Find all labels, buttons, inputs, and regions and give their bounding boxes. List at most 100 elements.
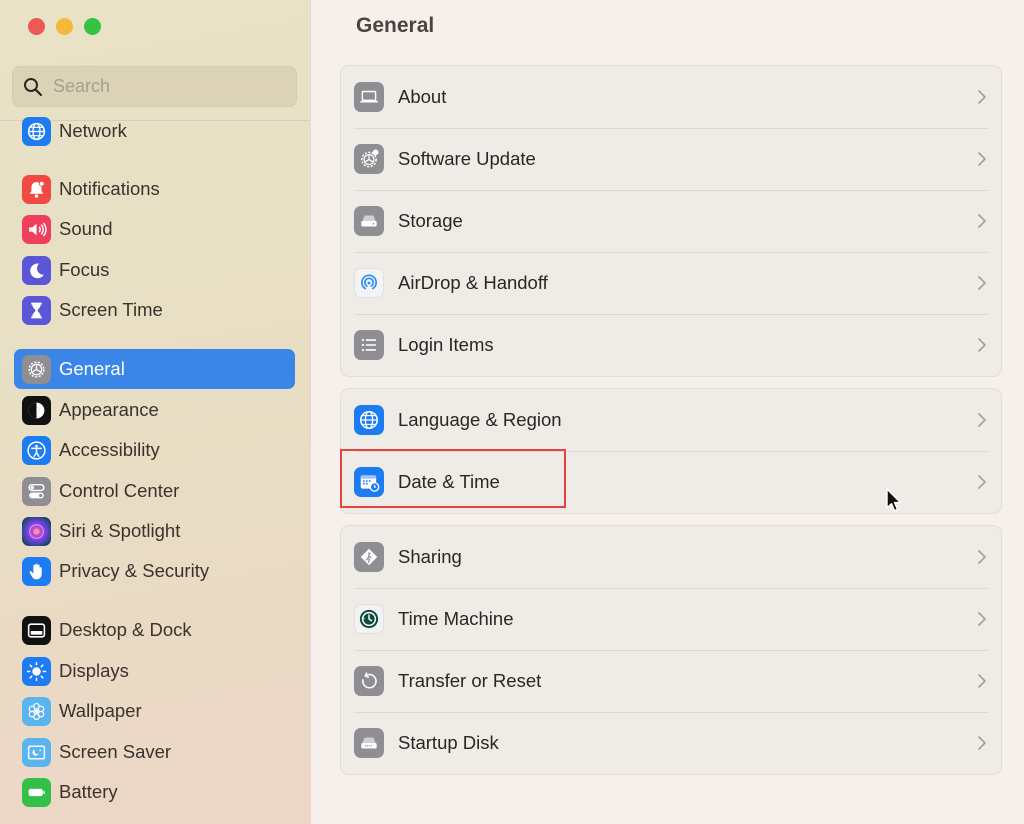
- airdrop-icon: [354, 268, 384, 298]
- sidebar-item-label: Notifications: [59, 178, 160, 199]
- globe-icon: [354, 405, 384, 435]
- speaker-icon: [22, 214, 51, 244]
- main-content: General About Software Update Storage Ai…: [311, 0, 1024, 824]
- appearance-icon: [22, 395, 51, 425]
- sidebar-item-label: Screen Saver: [59, 741, 172, 762]
- disk-icon: [354, 728, 384, 758]
- sidebar-item-battery[interactable]: Battery: [14, 772, 295, 812]
- row-label: Time Machine: [398, 608, 514, 629]
- sidebar-item-label: Network: [59, 120, 127, 141]
- row-login-items[interactable]: Login Items: [341, 314, 1001, 376]
- row-language-region[interactable]: Language & Region: [341, 389, 1001, 451]
- reset-icon: [354, 666, 384, 696]
- row-label: AirDrop & Handoff: [398, 272, 548, 293]
- sidebar-item-screen-saver[interactable]: Screen Saver: [14, 732, 295, 772]
- chevron-right-icon: [978, 413, 986, 427]
- gear-badge-icon: [354, 144, 384, 174]
- search-icon: [24, 77, 43, 96]
- sidebar-item-label: Battery: [59, 781, 118, 802]
- chevron-right-icon: [978, 736, 986, 750]
- toggles-icon: [22, 476, 51, 506]
- gear-icon: [22, 354, 51, 384]
- chevron-right-icon: [978, 214, 986, 228]
- row-time-machine[interactable]: Time Machine: [341, 588, 1001, 650]
- sidebar-item-label: Siri & Spotlight: [59, 520, 181, 541]
- moon-icon: [22, 255, 51, 285]
- sidebar-item-sound[interactable]: Sound: [14, 209, 295, 249]
- search-input[interactable]: [53, 76, 273, 97]
- bell-icon: [22, 174, 51, 204]
- chevron-right-icon: [978, 338, 986, 352]
- row-software-update[interactable]: Software Update: [341, 128, 1001, 190]
- chevron-right-icon: [978, 475, 986, 489]
- battery-icon: [22, 777, 51, 807]
- time-machine-icon: [354, 604, 384, 634]
- sidebar-item-notifications[interactable]: Notifications: [14, 169, 295, 209]
- settings-group-system-info: About Software Update Storage AirDrop & …: [340, 65, 1002, 377]
- list-icon: [354, 330, 384, 360]
- chevron-right-icon: [978, 612, 986, 626]
- row-label: Language & Region: [398, 409, 562, 430]
- laptop-icon: [354, 82, 384, 112]
- chevron-right-icon: [978, 152, 986, 166]
- page-title: General: [356, 14, 435, 37]
- siri-icon: [22, 516, 51, 546]
- row-label: About: [398, 86, 447, 107]
- sidebar-item-focus[interactable]: Focus: [14, 250, 295, 290]
- settings-group-maintenance: Sharing Time Machine Transfer or Reset S…: [340, 525, 1002, 775]
- sidebar-item-control-center[interactable]: Control Center: [14, 471, 295, 511]
- chevron-right-icon: [978, 550, 986, 564]
- sidebar-item-label: Appearance: [59, 399, 159, 420]
- row-label: Transfer or Reset: [398, 670, 542, 691]
- sidebar-item-label: Sound: [59, 218, 113, 239]
- row-startup-disk[interactable]: Startup Disk: [341, 712, 1001, 774]
- minimize-button[interactable]: [56, 18, 73, 35]
- chevron-right-icon: [978, 276, 986, 290]
- row-label: Software Update: [398, 148, 536, 169]
- sidebar-item-label: Accessibility: [59, 439, 160, 460]
- accessibility-icon: [22, 435, 51, 465]
- sidebar-item-label: Focus: [59, 259, 110, 280]
- dock-icon: [22, 615, 51, 645]
- chevron-right-icon: [978, 674, 986, 688]
- row-label: Startup Disk: [398, 732, 499, 753]
- sidebar-item-displays[interactable]: Displays: [14, 651, 295, 691]
- row-label: Date & Time: [398, 471, 500, 492]
- sidebar-item-label: Screen Time: [59, 299, 163, 320]
- row-label: Sharing: [398, 546, 462, 567]
- row-label: Login Items: [398, 334, 494, 355]
- sidebar-item-screen-time[interactable]: Screen Time: [14, 290, 295, 330]
- maximize-button[interactable]: [84, 18, 101, 35]
- sidebar-item-appearance[interactable]: Appearance: [14, 390, 295, 430]
- row-airdrop-handoff[interactable]: AirDrop & Handoff: [341, 252, 1001, 314]
- calendar-clock-icon: [354, 467, 384, 497]
- sidebar-item-privacy-security[interactable]: Privacy & Security: [14, 551, 295, 591]
- search-field[interactable]: [12, 66, 297, 107]
- sidebar-item-siri-spotlight[interactable]: Siri & Spotlight: [14, 511, 295, 551]
- drive-icon: [354, 206, 384, 236]
- sidebar-item-accessibility[interactable]: Accessibility: [14, 430, 295, 470]
- row-sharing[interactable]: Sharing: [341, 526, 1001, 588]
- sun-icon: [22, 656, 51, 686]
- window-controls: [28, 18, 101, 35]
- sidebar-item-network[interactable]: Network: [14, 111, 295, 151]
- sidebar-item-general[interactable]: General: [14, 349, 295, 389]
- sidebar-item-label: Control Center: [59, 480, 180, 501]
- sidebar-item-label: Desktop & Dock: [59, 619, 192, 640]
- sidebar-item-label: Displays: [59, 660, 129, 681]
- sidebar-item-wallpaper[interactable]: Wallpaper: [14, 691, 295, 731]
- globe-icon: [22, 116, 51, 146]
- row-about[interactable]: About: [341, 66, 1001, 128]
- sidebar: Network Notifications Sound Focus Screen: [0, 0, 311, 824]
- chevron-right-icon: [978, 90, 986, 104]
- sharing-icon: [354, 542, 384, 572]
- row-transfer-reset[interactable]: Transfer or Reset: [341, 650, 1001, 712]
- sidebar-item-label: General: [59, 358, 125, 379]
- close-button[interactable]: [28, 18, 45, 35]
- sidebar-item-label: Privacy & Security: [59, 560, 210, 581]
- sidebar-item-desktop-dock[interactable]: Desktop & Dock: [14, 610, 295, 650]
- screensaver-icon: [22, 737, 51, 767]
- mouse-cursor-icon: [886, 488, 902, 512]
- hourglass-icon: [22, 295, 51, 325]
- row-storage[interactable]: Storage: [341, 190, 1001, 252]
